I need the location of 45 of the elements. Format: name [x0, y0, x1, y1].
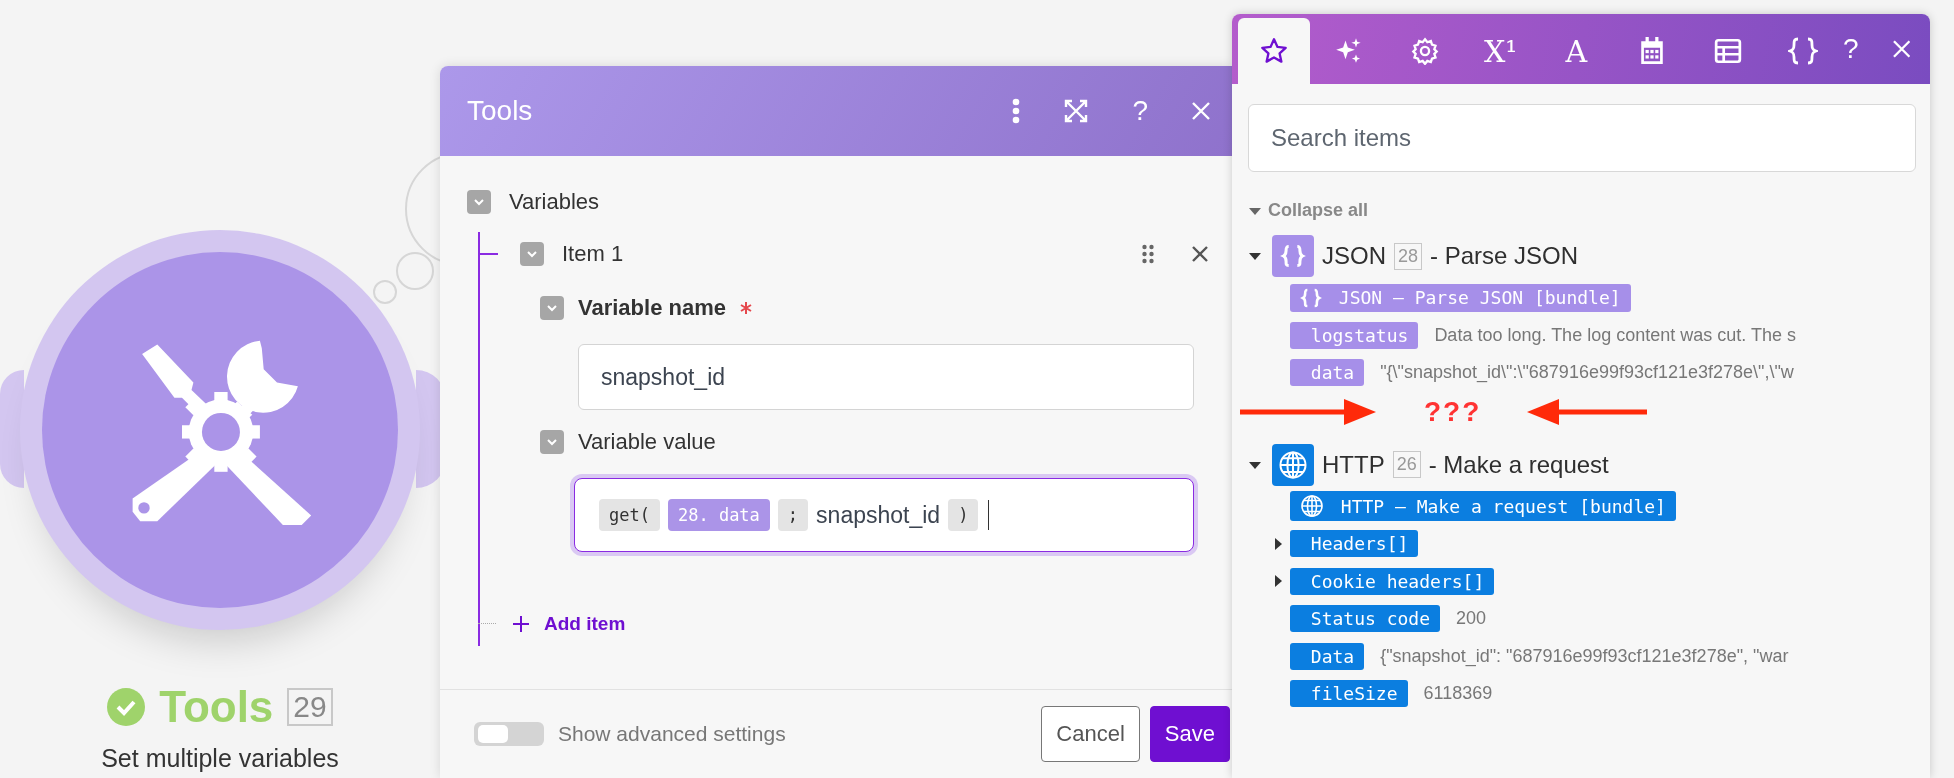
mapping-pill[interactable]: HTTP – Make a request [bundle]: [1290, 491, 1676, 522]
module-action: - Make a request: [1428, 450, 1609, 479]
add-item-link[interactable]: Add item: [512, 613, 626, 635]
mapping-pill[interactable]: Status code: [1290, 605, 1441, 633]
mapping-pill[interactable]: Cookie headers[]: [1290, 567, 1495, 595]
variable-name-input[interactable]: snapshot_id: [578, 344, 1194, 410]
module-subtitle: Set multiple variables: [101, 744, 339, 773]
module-number: 29: [287, 688, 333, 726]
mapping-pill[interactable]: logstatus: [1290, 321, 1419, 349]
cancel-button[interactable]: Cancel: [1041, 706, 1140, 762]
mapping-pill[interactable]: JSON – Parse JSON [bundle]: [1290, 283, 1631, 312]
module-number: 26: [1392, 451, 1421, 478]
dialog-title: Tools: [467, 95, 534, 127]
help-button[interactable]: ?: [1132, 95, 1148, 127]
save-button[interactable]: Save: [1149, 706, 1230, 762]
mapping-value: 6118369: [1423, 683, 1493, 705]
collapse-all-link[interactable]: Collapse all: [1248, 200, 1369, 221]
mapping-value: 200: [1456, 608, 1487, 630]
module-name: JSON: [1322, 242, 1386, 270]
function-pill[interactable]: ): [948, 499, 979, 531]
module-number: 28: [1394, 242, 1423, 270]
module-action: - Parse JSON: [1430, 242, 1579, 270]
mapping-pill[interactable]: fileSize: [1290, 680, 1408, 708]
field-label: Variable value: [578, 429, 716, 455]
search-field[interactable]: Search items: [1248, 104, 1916, 172]
mapping-pill[interactable]: data: [1290, 359, 1365, 387]
section-label: Variables: [509, 189, 600, 215]
variable-pill[interactable]: 28. data: [667, 499, 770, 531]
formula-text: snapshot_id: [816, 501, 941, 529]
mapping-value: "{\"snapshot_id\":\"687916e99f93cf121e3f278e\",\"w: [1380, 362, 1794, 384]
panel-tab[interactable]: X¹: [1464, 18, 1537, 84]
panel-tab[interactable]: A: [1540, 18, 1613, 84]
module-name: HTTP: [1322, 450, 1385, 479]
mapping-value: {"snapshot_id": "687916e99f93cf121e3f278e", "war: [1380, 645, 1789, 667]
mapping-pill[interactable]: Headers[]: [1290, 530, 1419, 558]
mapping-value: Data too long. The log content was cut. The s: [1434, 324, 1796, 346]
field-label: Variable name: [578, 295, 726, 321]
help-button[interactable]: ?: [1843, 33, 1859, 65]
annotation-text: ???: [1424, 395, 1482, 428]
function-pill[interactable]: ;: [777, 499, 809, 531]
item-label: Item 1: [562, 241, 624, 267]
mapping-pill[interactable]: Data: [1290, 642, 1365, 670]
function-pill[interactable]: get(: [599, 499, 660, 531]
module-title: Tools: [159, 682, 274, 732]
switch-label: Show advanced settings: [558, 722, 786, 746]
